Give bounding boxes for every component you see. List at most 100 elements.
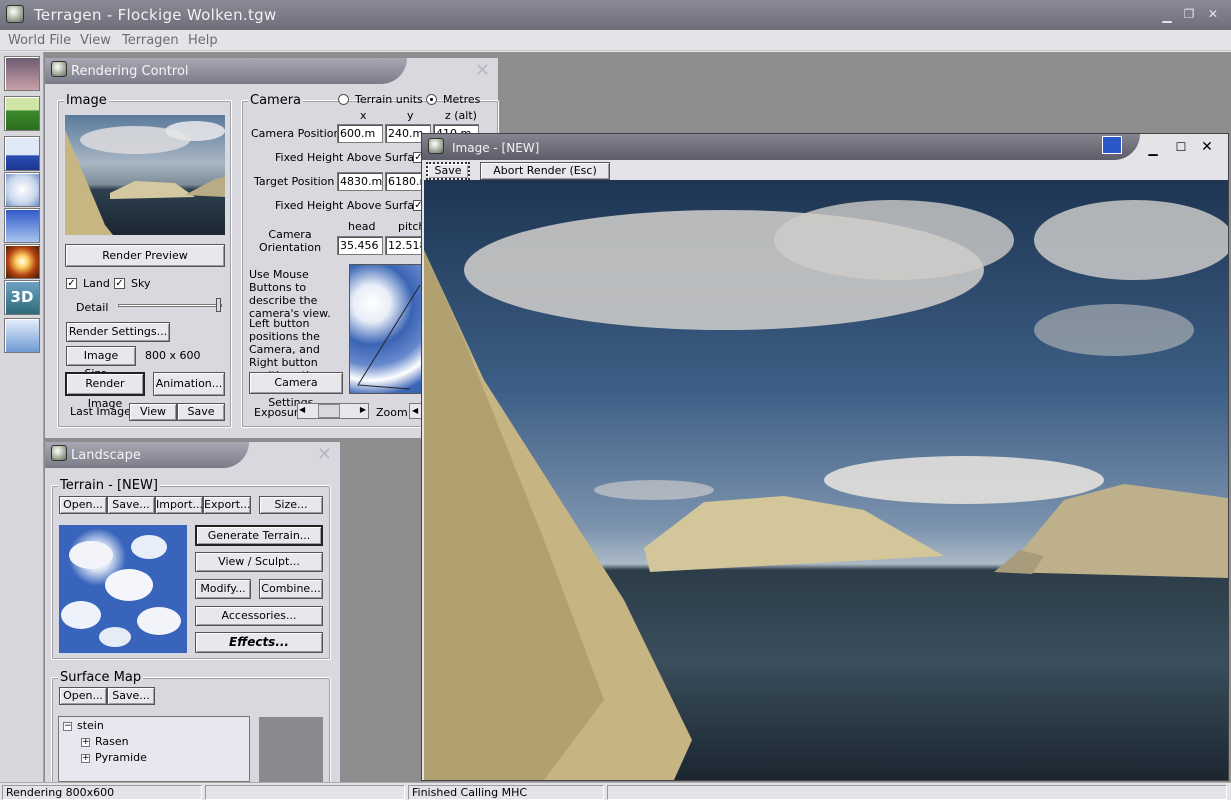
surface-layer-tree[interactable]: − stein + Rasen + Pyramide bbox=[58, 716, 250, 782]
rendering-control-titlebar[interactable]: Rendering Control ✕ bbox=[45, 58, 498, 84]
camera-orientation-label: Camera Orientation bbox=[258, 228, 322, 254]
close-icon[interactable]: ✕ bbox=[317, 444, 332, 465]
terrain-group-label: Terrain - [NEW] bbox=[58, 478, 160, 493]
rendered-image bbox=[424, 180, 1231, 780]
last-image-view-button[interactable]: View bbox=[129, 403, 177, 421]
tree-item-pyramide[interactable]: Pyramide bbox=[95, 751, 147, 764]
app-title: Terragen - Flockige Wolken.tgw bbox=[34, 6, 277, 24]
image-thumbnail-icon[interactable] bbox=[4, 318, 40, 353]
terrain-open-button[interactable]: Open... bbox=[59, 496, 107, 514]
head-label: head bbox=[348, 220, 376, 233]
menu-bar: World File View Terragen Help bbox=[0, 30, 1231, 51]
maximize-icon[interactable]: ☐ bbox=[1174, 141, 1188, 153]
image-size-value: 800 x 600 bbox=[145, 349, 201, 362]
view-sculpt-button[interactable]: View / Sculpt... bbox=[195, 552, 323, 572]
surface-map-group-label: Surface Map bbox=[58, 670, 144, 685]
restore-icon[interactable]: ❐ bbox=[1182, 8, 1196, 20]
panel-icon bbox=[51, 445, 67, 461]
lighting-icon[interactable] bbox=[4, 244, 40, 279]
exposure-thumb[interactable] bbox=[318, 404, 340, 418]
panel-icon bbox=[51, 61, 67, 77]
detail-label: Detail bbox=[76, 301, 109, 314]
abort-render-button[interactable]: Abort Render (Esc) bbox=[480, 162, 610, 180]
accessories-button[interactable]: Accessories... bbox=[195, 606, 323, 626]
sky-checkbox[interactable]: ✓ bbox=[114, 278, 125, 289]
col-z: z (alt) bbox=[445, 109, 477, 122]
render-preview-button[interactable]: Render Preview bbox=[65, 244, 225, 267]
exposure-scrollbar[interactable]: ◀ ▶ bbox=[297, 403, 369, 419]
terrain-save-button[interactable]: Save... bbox=[107, 496, 155, 514]
status-panel-4 bbox=[607, 785, 1227, 800]
camera-settings-button[interactable]: Camera Settings... bbox=[249, 372, 343, 409]
fixed-height-label-2: Fixed Height Above Surface bbox=[275, 199, 427, 212]
expand-icon[interactable]: + bbox=[81, 754, 90, 763]
landscape-titlebar[interactable]: Landscape ✕ bbox=[45, 442, 340, 468]
close-icon[interactable]: ✕ bbox=[1200, 140, 1214, 154]
combine-button[interactable]: Combine... bbox=[259, 579, 323, 599]
arrow-right-icon[interactable]: ▶ bbox=[360, 405, 366, 414]
arrow-left-icon[interactable]: ◀ bbox=[299, 405, 305, 414]
image-save-button[interactable]: Save bbox=[426, 162, 470, 180]
terrain-units-radio[interactable] bbox=[338, 94, 349, 105]
minimize-icon[interactable]: ▁ bbox=[1146, 143, 1160, 155]
menu-terragen[interactable]: Terragen bbox=[122, 33, 179, 48]
land-label: Land bbox=[83, 277, 110, 290]
minimize-icon[interactable]: ▁ bbox=[1160, 10, 1174, 22]
terrain-import-button[interactable]: Import... bbox=[155, 496, 203, 514]
window-icon bbox=[428, 138, 444, 154]
effects-button[interactable]: Effects... bbox=[195, 632, 323, 653]
close-icon[interactable]: ✕ bbox=[475, 60, 490, 81]
menu-world-file[interactable]: World File bbox=[8, 33, 71, 48]
atmosphere-icon[interactable] bbox=[4, 208, 40, 243]
last-image-save-button[interactable]: Save bbox=[177, 403, 225, 421]
detail-slider-handle[interactable] bbox=[216, 298, 221, 312]
surface-preview bbox=[259, 717, 323, 783]
camera-map[interactable] bbox=[349, 264, 423, 394]
expand-icon[interactable]: + bbox=[81, 738, 90, 747]
metres-radio[interactable] bbox=[426, 94, 437, 105]
last-image-label: Last Image: bbox=[70, 405, 135, 418]
render-image-button[interactable]: Render Image bbox=[65, 372, 145, 410]
animation-button[interactable]: Animation... bbox=[153, 372, 225, 396]
image-size-button[interactable]: Image Size... bbox=[66, 346, 136, 380]
landscape-title: Landscape bbox=[45, 442, 249, 468]
tree-item-stein[interactable]: stein bbox=[77, 719, 104, 732]
left-toolbar: 3D bbox=[0, 52, 44, 782]
target-x-field[interactable]: 4830.m bbox=[337, 172, 383, 191]
surface-save-button[interactable]: Save... bbox=[107, 687, 155, 705]
clouds-icon[interactable] bbox=[4, 172, 40, 207]
camera-group-label: Camera bbox=[248, 93, 304, 108]
app-title-bar: Terragen - Flockige Wolken.tgw ▁ ❐ ✕ bbox=[0, 0, 1231, 30]
modify-button[interactable]: Modify... bbox=[195, 579, 251, 599]
landscape-icon[interactable] bbox=[4, 96, 40, 131]
render-settings-button[interactable]: Render Settings... bbox=[66, 322, 170, 342]
target-position-label: Target Position bbox=[254, 175, 335, 188]
collapse-icon[interactable]: − bbox=[63, 722, 72, 731]
rendering-control-icon[interactable] bbox=[4, 56, 40, 91]
menu-help[interactable]: Help bbox=[188, 33, 218, 48]
tree-item-rasen[interactable]: Rasen bbox=[95, 735, 129, 748]
fixed-height-label-1: Fixed Height Above Surface bbox=[275, 151, 427, 164]
3d-preview-icon[interactable]: 3D bbox=[4, 280, 40, 315]
app-icon bbox=[6, 5, 24, 23]
land-checkbox[interactable]: ✓ bbox=[66, 278, 77, 289]
close-icon[interactable]: ✕ bbox=[1206, 8, 1220, 20]
status-message: Finished Calling MHC bbox=[408, 785, 604, 800]
terrain-size-button[interactable]: Size... bbox=[259, 496, 323, 514]
terrain-units-label: Terrain units bbox=[355, 93, 423, 106]
generate-terrain-button[interactable]: Generate Terrain... bbox=[195, 525, 323, 546]
detail-slider-track[interactable] bbox=[118, 304, 222, 307]
image-window-titlebar[interactable]: Image - [NEW] ▁ ☐ ✕ bbox=[422, 134, 1228, 162]
water-icon[interactable] bbox=[4, 136, 40, 171]
export-icon[interactable] bbox=[1102, 136, 1122, 154]
terrain-export-button[interactable]: Export... bbox=[203, 496, 251, 514]
terrain-heightmap bbox=[59, 525, 187, 653]
status-panel-2 bbox=[205, 785, 405, 800]
camera-position-label: Camera Position bbox=[251, 127, 341, 140]
menu-view[interactable]: View bbox=[80, 33, 111, 48]
image-window-title: Image - [NEW] bbox=[422, 134, 1140, 160]
surface-open-button[interactable]: Open... bbox=[59, 687, 107, 705]
head-field[interactable]: 35.456 bbox=[337, 236, 383, 255]
sky-label: Sky bbox=[131, 277, 151, 290]
camera-x-field[interactable]: 600.m bbox=[337, 124, 383, 143]
